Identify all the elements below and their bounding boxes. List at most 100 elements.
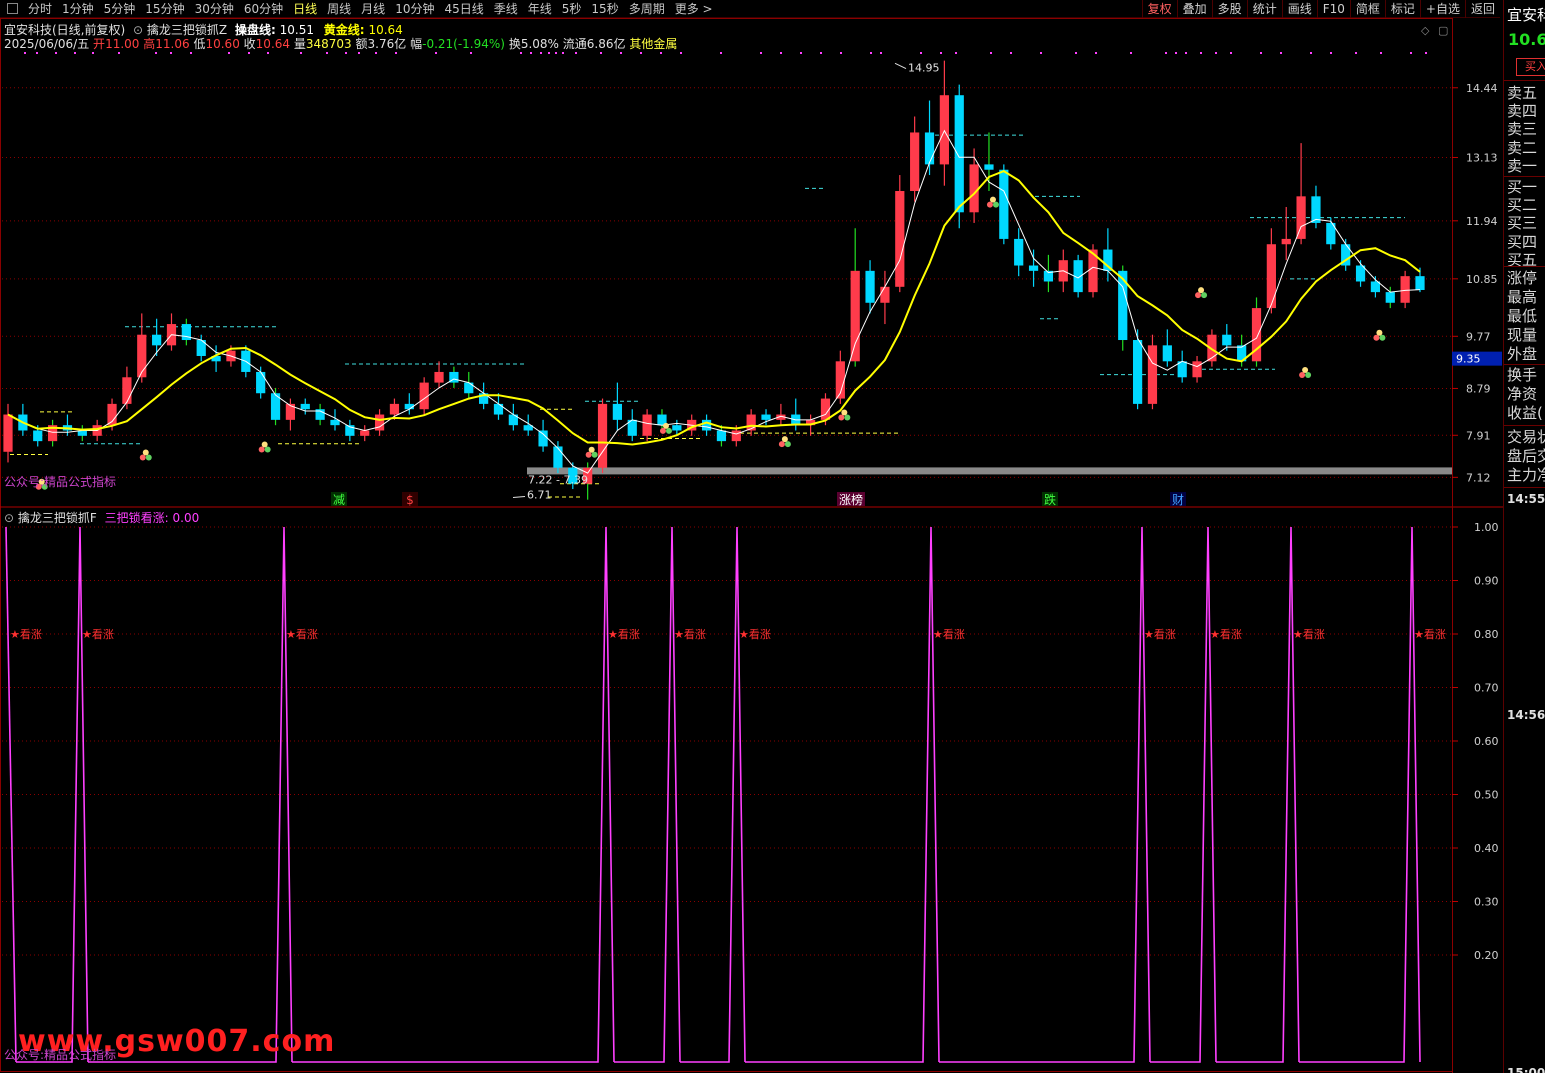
signal-dot [470,52,472,54]
signal-dot [267,52,269,54]
period-tab[interactable]: 季线 [494,0,518,18]
sector-tag[interactable]: 其他金属 [629,37,677,51]
period-tab[interactable]: 分时 [28,0,52,18]
signal-dot [955,52,957,54]
volume-label: 量 [293,37,306,51]
signal-dot [1200,52,1202,54]
candle-body [1162,345,1172,362]
signal-dot [1075,52,1077,54]
signal-dot [1095,52,1097,54]
kline-chart[interactable]: ◇ ▢ 14.44 13.13 11.94 10.85 9.77 8.79 7.91 7.12 9.… [0,18,1503,1073]
signal-label: ★看涨 [1210,627,1242,641]
candle-body [761,414,771,420]
period-tab[interactable]: 年线 [528,0,552,18]
period-tab[interactable]: 日线 [293,0,317,18]
tool-button[interactable]: 多股 [1211,0,1247,18]
tool-button[interactable]: 简框 [1349,0,1385,18]
candle-body [969,164,979,213]
side-price: 10.6 [1508,30,1545,49]
tool-button[interactable]: +自选 [1419,0,1465,18]
collapse-icon[interactable] [7,3,18,14]
signal-dot [55,52,57,54]
marker-flower-icon [258,446,265,453]
ma-white-line [7,129,1421,474]
buy-button[interactable]: 买入 [1516,58,1545,76]
candle-body [1415,276,1425,290]
candle-body [895,191,905,287]
lower-indicator-name[interactable]: 擒龙三把锁抓F [18,511,97,525]
candle-body [716,430,727,442]
marker-flower-icon [841,409,848,416]
order-book-label: 买一 [1507,178,1538,196]
tool-button[interactable]: 标记 [1384,0,1420,18]
period-tab[interactable]: 15秒 [591,0,618,18]
current-price-label: 9.35 [1456,353,1481,366]
period-tab[interactable]: 多周期 [629,0,665,18]
marker-flower-icon [1376,329,1383,336]
low-pointer [512,495,526,499]
candle-body [137,334,147,378]
tool-button[interactable]: 画线 [1281,0,1317,18]
order-book-label: 买三 [1507,214,1538,233]
period-tab[interactable]: 60分钟 [244,0,283,18]
candle-body [1222,334,1232,346]
amount-label: 额 [355,37,368,51]
order-book-label: 卖二 [1507,138,1538,157]
signal-dot [1310,52,1312,54]
period-tab[interactable]: 15分钟 [145,0,184,18]
price-tick-label: 7.12 [1466,471,1491,484]
marker-flower-icon [665,427,672,434]
period-tab[interactable]: 周线 [327,0,351,18]
period-tab[interactable]: 5秒 [562,0,582,18]
period-tab[interactable]: 更多 > [675,0,713,18]
signal-dot [228,52,230,54]
signal-dot [870,52,872,54]
tool-button[interactable]: F10 [1316,0,1350,18]
period-tab[interactable]: 45日线 [444,0,483,18]
period-tab[interactable]: 月线 [361,0,385,18]
tool-button[interactable]: 复权 [1141,0,1177,18]
period-tab[interactable]: 30分钟 [195,0,234,18]
price-tick-label: 10.85 [1466,273,1498,286]
signal-label: ★看涨 [674,627,706,641]
amount-value: 3.76亿 [367,37,407,51]
tool-button[interactable]: 统计 [1246,0,1282,18]
marker-flower-icon [1201,292,1208,299]
tool-button[interactable]: 叠加 [1176,0,1212,18]
marker-flower-icon [585,451,592,458]
tool-button[interactable]: 返回 [1464,0,1500,18]
period-tab[interactable]: 5分钟 [104,0,136,18]
close-value: 10.64 [255,37,291,51]
stat-label: 最高 [1507,288,1538,306]
marker-flower-icon [591,451,598,458]
candle-body [360,430,370,436]
candle-body [597,403,608,468]
candle-body [1385,292,1395,303]
signal-dot [880,52,882,54]
dropdown-icon[interactable]: ⊙ [4,511,14,525]
marker-flower-icon [145,454,152,461]
marker-flower-icon [264,446,271,453]
stat-label: 净资 [1507,385,1538,403]
marker-flower-icon [139,454,146,461]
candle-body [300,403,310,410]
turnover-value: 5.08% [520,37,559,51]
marker-flower-icon [261,441,268,448]
period-tab[interactable]: 1分钟 [62,0,94,18]
period-tab[interactable]: 10分钟 [395,0,434,18]
signal-dot [190,52,192,54]
order-book-label: 卖四 [1507,102,1538,121]
marker-flower-icon [659,427,666,434]
candle-body [152,334,162,346]
panel-divider [1504,364,1545,365]
stat-label: 收益( [1507,404,1543,422]
signal-dot [520,52,522,54]
signal-dot [680,52,682,54]
signal-dot [820,52,822,54]
close-label: 收 [243,37,256,51]
signal-label: ★看涨 [608,627,640,641]
signal-dot [600,52,602,54]
panel-divider [1504,80,1545,81]
marker-flower-icon [1302,366,1309,373]
signal-dot [1280,52,1282,54]
